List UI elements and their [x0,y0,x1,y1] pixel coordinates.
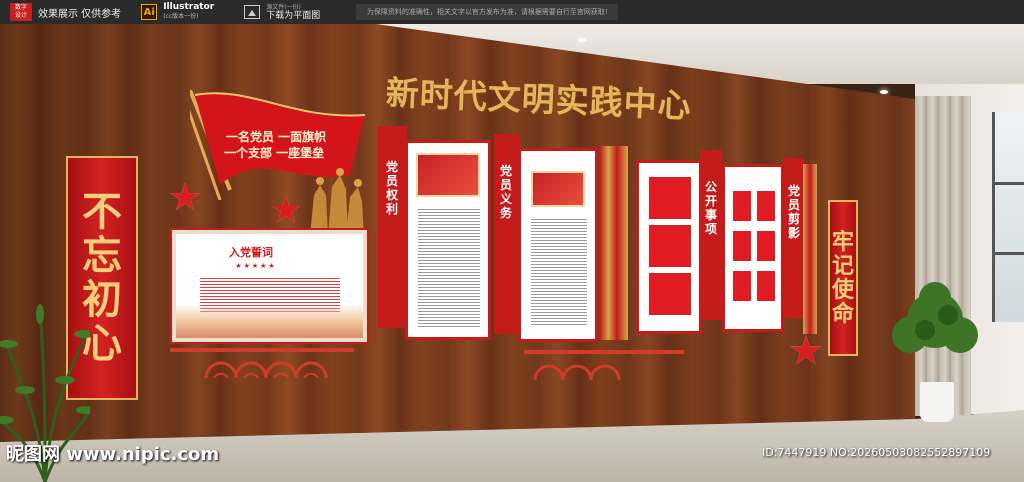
image-id-watermark: ID:7447919 NO:20260503082552897109 [762,446,991,459]
public-panel [636,160,702,334]
public-square [647,271,693,317]
banner-caption: 效果展示 仅供参考 [38,8,122,20]
label-char: 权 [385,188,398,202]
label-char: 影 [787,226,800,240]
star-icon: ★ [168,175,203,219]
cloud-ornament [204,361,328,379]
download-label: 下载为平面图 [266,11,321,21]
oath-wave [176,304,363,338]
duties-panel [518,148,598,342]
rights-red-bar [377,126,407,328]
center-rail [600,146,628,340]
photo-square [731,269,753,303]
app-version: (cc版本一份) [163,13,199,20]
photo-square [731,189,753,223]
rights-label: 党 员 权 利 [385,160,399,216]
ceiling-light [880,90,888,94]
label-char: 党 [499,164,512,178]
window [992,112,1024,322]
duties-photo [531,171,585,207]
site-watermark: 昵图网 www.nipic.com [6,444,220,465]
banner-char: 命 [831,301,854,328]
illustrator-icon: Ai [141,4,158,20]
banner-char: 不 [82,188,122,235]
rights-panel [405,140,491,340]
banner-char: 牢 [831,228,854,255]
label-char: 项 [704,222,717,236]
plant-pot [920,382,954,422]
oath-stars: ★★★★★ [235,262,277,270]
label-char: 利 [385,202,398,216]
star-icon: ★ [270,190,303,231]
label-char: 剪 [787,212,800,226]
notice-bar: 为保障资料的准确性，相关文字以官方发布为准，请根据需要自行至官网获取! [356,4,619,20]
duties-label: 党 员 义 务 [499,164,513,220]
brand-logo: 数字 设计 [10,3,32,21]
right-banner: 牢 记 使 命 [828,200,858,356]
flag-slogan-1: 一名党员 一面旗帜 [226,130,327,144]
photo-square [755,189,777,223]
right-plant [892,282,978,353]
label-char: 党 [385,160,398,174]
flag-slogan-2: 一个支部 一座堡垒 [224,146,325,160]
app-info: Illustrator (cc版本一份) [163,3,214,21]
app-name: Illustrator [163,2,215,12]
oath-board: 入党誓词 ★★★★★ [172,230,367,342]
photo-square [755,269,777,303]
banner-char: 忘 [82,232,122,279]
right-rail [803,164,817,334]
photos-label: 党 员 剪 影 [787,184,801,240]
oath-title: 入党誓词 [229,246,273,259]
image-icon [244,5,261,19]
label-char: 员 [787,198,800,212]
label-char: 公 [704,180,717,194]
banner-char: 记 [831,252,854,279]
public-square [647,223,693,269]
banner-char: 使 [831,277,854,303]
label-char: 开 [704,194,717,208]
duties-text [531,217,587,327]
top-banner: 数字 设计 效果展示 仅供参考 Ai Illustrator (cc版本一份) 源… [0,0,1024,24]
label-char: 务 [499,206,512,220]
label-char: 义 [499,192,512,206]
ceiling-light [578,38,586,42]
star-icon: ★ [788,328,824,374]
photo-square [755,229,777,263]
rights-text [418,207,480,327]
public-label: 公 开 事 项 [704,180,718,236]
label-char: 员 [499,178,512,192]
download-info[interactable]: 源文件(一份) 下载为平面图 [266,3,320,21]
photo-square [731,229,753,263]
label-char: 事 [704,208,717,222]
label-char: 员 [385,174,398,188]
cloud-ornament [533,364,621,381]
public-square [647,175,693,221]
gold-sculpture [310,168,364,235]
rights-photo [416,153,480,197]
photos-panel [722,164,784,332]
label-char: 党 [787,184,800,198]
